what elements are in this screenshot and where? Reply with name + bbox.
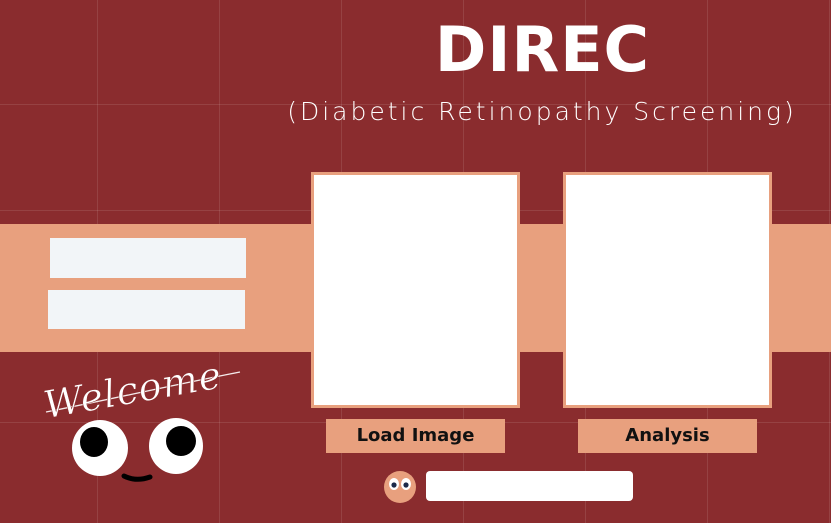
cartoon-face-eyes-icon xyxy=(72,418,203,482)
status-output xyxy=(426,471,633,501)
welcome-text: Welcome xyxy=(40,352,241,420)
input-field-2[interactable] xyxy=(48,290,245,329)
load-image-button[interactable]: Load Image xyxy=(326,419,505,453)
loaded-image-panel xyxy=(311,172,520,408)
input-field-1[interactable] xyxy=(50,238,246,278)
small-face-icon xyxy=(384,471,416,503)
welcome-label: Welcome xyxy=(40,353,225,420)
analysis-image-panel xyxy=(563,172,772,408)
app-title: DIREC xyxy=(434,13,651,86)
app-subtitle: (Diabetic Retinopathy Screening) xyxy=(287,97,797,126)
analysis-button[interactable]: Analysis xyxy=(578,419,757,453)
app-window: DIREC (Diabetic Retinopathy Screening) L… xyxy=(0,0,831,523)
